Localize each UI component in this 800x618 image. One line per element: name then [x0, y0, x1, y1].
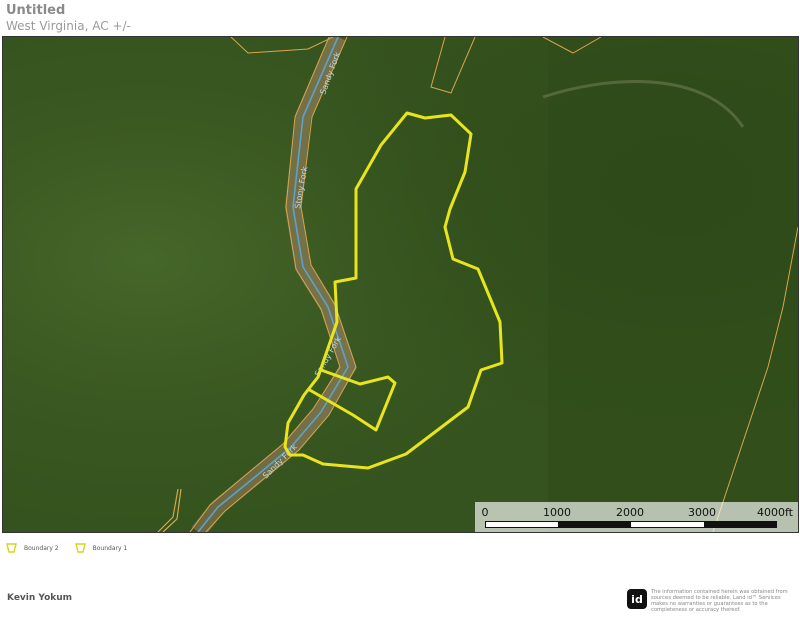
scale-label: 1000	[543, 506, 571, 519]
boundary-icon	[74, 543, 86, 553]
author-name: Kevin Yokum	[7, 593, 73, 603]
footer-attribution: id The information contained herein was …	[627, 589, 793, 613]
map-view[interactable]: Sandy Fork Stony Fork Sandy Fork Sandy F…	[2, 36, 799, 533]
map-legend: Boundary 2 Boundary 1	[6, 543, 143, 553]
legend-label: Boundary 1	[92, 544, 128, 552]
scale-label: 0	[481, 506, 489, 519]
legend-label: Boundary 2	[24, 544, 59, 552]
disclaimer-text: The information contained herein was obt…	[651, 589, 788, 613]
land-id-logo: id	[627, 589, 647, 609]
map-subtitle: West Virginia, AC +/-	[6, 19, 131, 33]
scale-label: 2000	[616, 506, 644, 519]
scale-label: 4000ft	[757, 506, 793, 519]
legend-item: Boundary 2	[6, 543, 59, 553]
boundary-icon	[6, 543, 17, 553]
scale-label: 3000	[688, 506, 716, 519]
legend-item: Boundary 1	[74, 543, 128, 553]
scale-track	[485, 521, 777, 528]
map-title: Untitled	[6, 3, 66, 18]
scale-bar: 0 1000 2000 3000 4000ft	[475, 502, 798, 532]
satellite-map: Sandy Fork Stony Fork Sandy Fork Sandy F…	[3, 37, 798, 532]
